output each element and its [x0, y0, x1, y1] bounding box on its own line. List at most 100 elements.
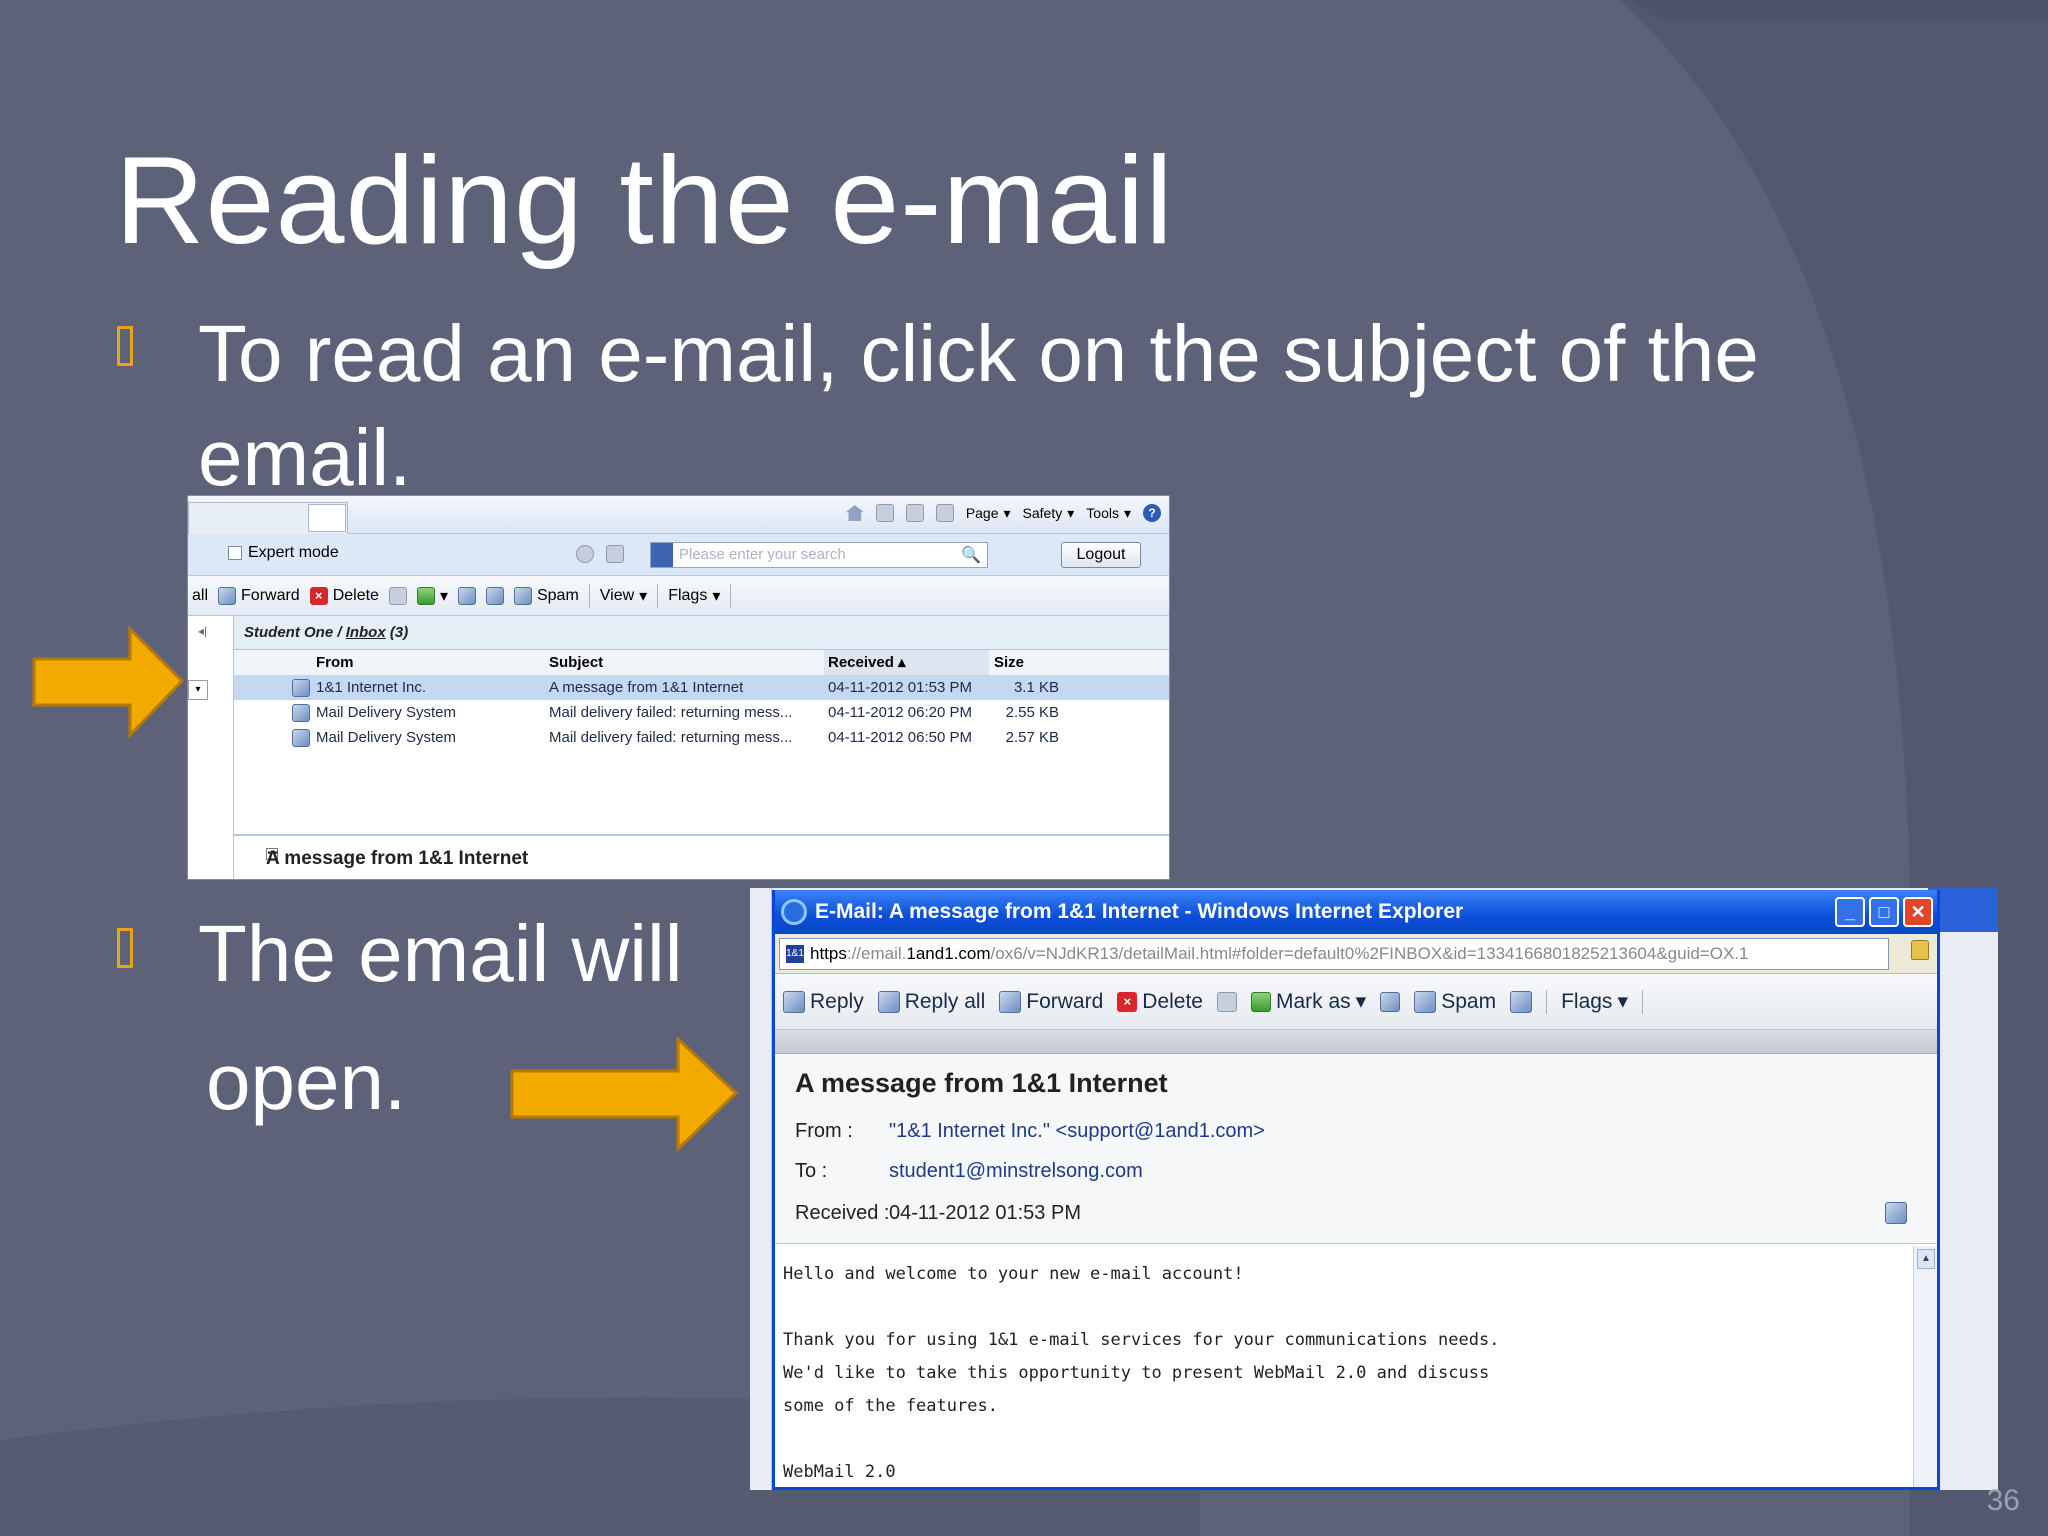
delete-icon: ×	[309, 586, 328, 605]
delete-button[interactable]: × Delete	[1117, 990, 1203, 1014]
folder-pane-collapsed: ◂| ▾	[188, 616, 234, 879]
maximize-button[interactable]: □	[1869, 897, 1899, 927]
view-menu[interactable]: View ▾	[600, 586, 647, 606]
delete-button[interactable]: × Delete	[309, 586, 379, 605]
delete-label: Delete	[1142, 989, 1203, 1013]
toolbar-separator	[657, 583, 659, 608]
flags-label: Flags	[668, 586, 708, 604]
breadcrumb-user: Student One	[244, 624, 334, 641]
window-titlebar[interactable]: E-Mail: A message from 1&1 Internet - Wi…	[775, 890, 1937, 934]
email-toolbar: Reply Reply all Forward × Delete Mark as ▾…	[775, 974, 1937, 1030]
webmail-toolbar: all Forward × Delete ▾ Spam View ▾ Flags ▾	[188, 576, 1169, 616]
inbox-screenshot: Page ▾ Safety ▾ Tools ▾ ? Expert mode Pleas…	[187, 495, 1170, 880]
bullet-marker-2	[117, 928, 133, 968]
flags-label: Flags	[1561, 989, 1613, 1013]
url-subdomain: ://email.	[846, 944, 907, 963]
reply-button[interactable]: Reply	[783, 990, 864, 1014]
bullet-marker-1	[117, 326, 133, 366]
message-list-header: From Subject Received ▴ Size	[234, 650, 1169, 675]
toolbar-separator	[588, 583, 590, 608]
email-window: E-Mail: A message from 1&1 Internet - Wi…	[772, 890, 1940, 1490]
collapse-pane-icon[interactable]: ◂|	[198, 624, 207, 638]
safety-menu[interactable]: Safety ▾	[1023, 505, 1075, 522]
toolbar-separator	[730, 583, 732, 608]
search-scope-dropdown[interactable]	[651, 543, 673, 567]
spam-label: Spam	[1441, 989, 1497, 1013]
column-received[interactable]: Received ▴	[824, 650, 989, 675]
logout-button[interactable]: Logout	[1061, 542, 1141, 568]
print-icon[interactable]	[935, 504, 954, 522]
folder-dropdown-icon[interactable]: ▾	[188, 680, 208, 700]
envelope-status-icon[interactable]	[1885, 1202, 1907, 1224]
to-value[interactable]: student1@minstrelsong.com	[889, 1160, 1143, 1183]
page-menu-label: Page	[965, 505, 999, 521]
spam-button[interactable]: Spam	[513, 586, 579, 605]
feeds-icon[interactable]	[875, 504, 894, 522]
flags-menu[interactable]: Flags ▾	[668, 586, 720, 606]
search-placeholder: Please enter your search	[679, 546, 846, 563]
print-mail-icon[interactable]	[388, 586, 407, 605]
contacts-icon[interactable]	[1380, 991, 1401, 1012]
message-received: 04-11-2012 01:53 PM	[828, 679, 972, 696]
move-icon[interactable]	[1510, 990, 1533, 1013]
reply-all-button[interactable]: Reply all	[877, 989, 986, 1014]
expert-mode-checkbox[interactable]	[228, 546, 242, 560]
view-label: View	[599, 586, 635, 604]
search-icon[interactable]: 🔍	[961, 545, 981, 565]
message-subject[interactable]: A message from 1&1 Internet	[549, 675, 811, 700]
print-icon[interactable]	[1216, 991, 1237, 1012]
reply-icon	[783, 990, 805, 1013]
tools-menu[interactable]: Tools ▾	[1086, 505, 1131, 522]
reply-all-label: Reply all	[904, 989, 986, 1013]
home-icon[interactable]	[845, 505, 864, 521]
help-icon[interactable]: ?	[1143, 504, 1161, 522]
toolbar-divider-strip	[775, 1030, 1937, 1054]
mark-as-label: Mark as	[1275, 989, 1351, 1013]
read-mail-icon[interactable]	[905, 504, 924, 522]
slide-title: Reading the e-mail	[115, 132, 1174, 270]
ie-command-bar: Page ▾ Safety ▾ Tools ▾ ?	[188, 496, 1169, 534]
refresh-icon[interactable]	[576, 545, 594, 563]
column-size[interactable]: Size	[994, 650, 1074, 675]
expert-mode-label: Expert mode	[248, 544, 339, 561]
contacts-icon[interactable]	[485, 586, 504, 605]
from-label: From :	[795, 1120, 853, 1142]
message-row[interactable]: Mail Delivery System Mail delivery faile…	[234, 700, 1169, 725]
message-from: Mail Delivery System	[316, 729, 457, 746]
from-value[interactable]: "1&1 Internet Inc." <support@1and1.com>	[889, 1120, 1265, 1143]
email-body-scrollbar[interactable]: ▲	[1913, 1246, 1937, 1487]
column-from[interactable]: From	[316, 650, 536, 675]
help-button-icon[interactable]	[606, 545, 624, 563]
lock-icon[interactable]	[1911, 940, 1929, 960]
ie-logo-icon	[781, 899, 807, 925]
search-input[interactable]: Please enter your search 🔍	[650, 542, 988, 568]
received-label: Received :	[795, 1202, 890, 1224]
close-button[interactable]: ✕	[1903, 897, 1933, 927]
window-title: E-Mail: A message from 1&1 Internet - Wi…	[815, 900, 1464, 923]
forward-label: Forward	[1026, 989, 1104, 1013]
forward-button[interactable]: Forward	[999, 990, 1103, 1014]
spam-label: Spam	[536, 586, 579, 604]
forward-button[interactable]: Forward	[218, 586, 300, 605]
mark-as-dropdown[interactable]: ▾	[416, 586, 448, 606]
breadcrumb-inbox-link[interactable]: Inbox	[346, 624, 386, 641]
message-subject[interactable]: Mail delivery failed: returning mess...	[549, 700, 811, 725]
column-subject[interactable]: Subject	[549, 650, 811, 675]
url-input[interactable]: 1&1 https://email.1and1.com/ox6/v=NJdKR1…	[779, 938, 1889, 970]
minimize-button[interactable]: _	[1835, 897, 1865, 927]
new-tab-button[interactable]	[308, 504, 346, 532]
scroll-up-icon[interactable]: ▲	[1917, 1249, 1935, 1269]
email-window-screenshot: E-Mail: A message from 1&1 Internet - Wi…	[750, 888, 1998, 1490]
flags-menu[interactable]: Flags ▾	[1561, 989, 1628, 1014]
message-row[interactable]: Mail Delivery System Mail delivery faile…	[234, 725, 1169, 750]
forward-icon	[999, 990, 1022, 1013]
background-window-right-edge	[1943, 932, 1998, 1490]
message-row[interactable]: 1&1 Internet Inc. A message from 1&1 Int…	[234, 675, 1169, 700]
reply-all-button-partial[interactable]: all	[192, 587, 208, 605]
page-menu[interactable]: Page ▾	[966, 505, 1011, 522]
spam-button[interactable]: Spam	[1414, 990, 1496, 1014]
move-icon[interactable]	[457, 586, 476, 605]
message-subject[interactable]: Mail delivery failed: returning mess...	[549, 725, 811, 750]
url-host: 1and1.com	[906, 944, 991, 963]
mark-as-menu[interactable]: Mark as ▾	[1250, 989, 1366, 1014]
